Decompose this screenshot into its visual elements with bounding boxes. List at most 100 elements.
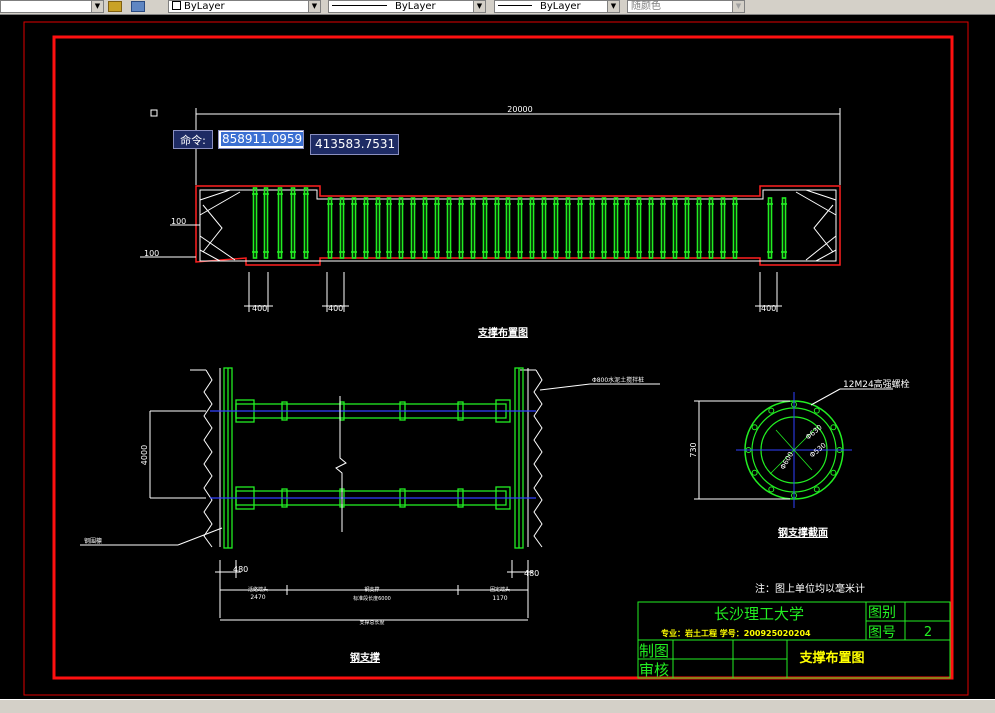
dim-480-right: 480 (524, 569, 539, 578)
cad-drawing[interactable]: 20000 100 100 400 400 400 支撑布置图 4000 Φ80… (0, 15, 995, 699)
chevron-down-icon[interactable]: ▼ (91, 1, 103, 12)
color-control-value: ByLayer (184, 1, 225, 12)
bolt-hole (768, 407, 775, 414)
strut (494, 197, 500, 259)
dim-480-left: 480 (233, 565, 248, 574)
major-line: 专业：岩土工程 学号：200925020204 (661, 628, 811, 638)
bottom-mid-label2: 标准段长度6000 (353, 595, 391, 602)
bolt-hole (830, 424, 837, 431)
strut (303, 187, 309, 259)
coordinate-x-value: 858911.0959 (221, 132, 304, 146)
lineweight-preview (498, 5, 532, 6)
strut (375, 197, 381, 259)
bottom-right-value: 1170 (492, 595, 507, 602)
strut (541, 197, 547, 259)
chevron-down-icon[interactable]: ▼ (607, 1, 619, 12)
strut (410, 197, 416, 259)
strut (660, 197, 666, 259)
bolt-hole (813, 407, 820, 414)
strut (277, 187, 283, 259)
strut (446, 197, 452, 259)
properties-toolbar: ▼ ByLayer ▼ ByLayer ▼ ByLayer ▼ 随颜色 ▼ (0, 0, 995, 15)
strut (601, 197, 607, 259)
bottom-mid-label1: 钢支撑 (364, 586, 379, 593)
color-control[interactable]: ByLayer ▼ (168, 0, 321, 13)
section-title: 钢支撑 (350, 651, 380, 664)
strut (505, 197, 511, 259)
lineweight-control-value: ByLayer (540, 1, 581, 12)
detail-title: 钢支撑截面 (778, 526, 828, 539)
status-bar (0, 699, 995, 713)
strut (458, 197, 464, 259)
section-view: 4000 Φ800水泥土搅拌桩 钢围檩 480 480 活络端头 2470 钢支… (80, 367, 660, 664)
coordinate-y-input[interactable]: 413583.7531 (310, 134, 399, 155)
color-swatch-icon (172, 1, 181, 10)
bolt-hole (830, 469, 837, 476)
chevron-down-icon[interactable]: ▼ (308, 1, 320, 12)
bottom-left-value: 2470 (250, 594, 265, 601)
bottom-right-label: 固定端头 (490, 586, 510, 593)
plan-title: 支撑布置图 (477, 326, 528, 339)
strut (577, 197, 583, 259)
strut (434, 197, 440, 259)
strut (517, 197, 523, 259)
plotstyle-control[interactable]: 随颜色 ▼ (627, 0, 745, 13)
strut (327, 197, 333, 259)
strut (672, 197, 678, 259)
detail-dim-a: Φ630 (804, 423, 824, 441)
ucs-marker (150, 109, 158, 117)
school-name: 长沙理工大学 (714, 605, 804, 623)
linetype-control[interactable]: ByLayer ▼ (328, 0, 486, 13)
waling-note: 钢围檩 (84, 537, 102, 545)
bottom-total-label: 支撑总长度 (359, 619, 384, 626)
number-value: 2 (924, 625, 932, 640)
drawing-canvas[interactable]: 20000 100 100 400 400 400 支撑布置图 4000 Φ80… (0, 15, 995, 699)
review-label: 审核 (639, 661, 669, 679)
units-note: 注：图上单位均以毫米计 (755, 582, 865, 595)
strut (732, 197, 738, 259)
chevron-down-icon[interactable]: ▼ (732, 1, 744, 12)
bolt-hole (768, 486, 775, 493)
strut (529, 197, 535, 259)
chevron-down-icon[interactable]: ▼ (473, 1, 485, 12)
strut (648, 197, 654, 259)
strut (565, 197, 571, 259)
strut (482, 197, 488, 259)
strut (624, 197, 630, 259)
detail-height-dim: 730 (689, 442, 698, 457)
layer-states-icon[interactable] (108, 1, 122, 12)
strut (781, 197, 787, 259)
strut (613, 197, 619, 259)
strut (636, 197, 642, 259)
layer-combo-tail[interactable]: ▼ (0, 0, 104, 13)
dim-400-3: 400 (761, 304, 776, 313)
strut (767, 197, 773, 259)
strut (708, 197, 714, 259)
bottom-left-label: 活络端头 (248, 586, 268, 593)
detail-view: 730 12M24高强螺栓 Φ630 Φ530 Φ600 钢支撑截面 (689, 378, 910, 539)
strut (398, 197, 404, 259)
command-prompt-label: 命令: (173, 130, 213, 149)
strut (252, 187, 258, 259)
strut (351, 197, 357, 259)
dim-100-a: 100 (144, 249, 159, 258)
strut (263, 187, 269, 259)
strut (339, 197, 345, 259)
strut (386, 197, 392, 259)
lineweight-control[interactable]: ByLayer ▼ (494, 0, 620, 13)
plan-total-dim: 20000 (507, 105, 532, 114)
strut (553, 197, 559, 259)
section-pipes (235, 399, 511, 510)
bolt-hole (751, 469, 758, 476)
drawing-title: 支撑布置图 (798, 650, 864, 666)
detail-dim-c: Φ600 (779, 451, 795, 471)
layer-previous-icon[interactable] (131, 1, 145, 12)
strut (470, 197, 476, 259)
coordinate-x-input[interactable]: 858911.0959 (218, 130, 304, 149)
linetype-control-value: ByLayer (395, 1, 436, 12)
strut (696, 197, 702, 259)
plotstyle-control-value: 随颜色 (631, 1, 661, 12)
section-height-dim: 4000 (140, 445, 149, 465)
bolt-hole (813, 486, 820, 493)
strut (290, 187, 296, 259)
